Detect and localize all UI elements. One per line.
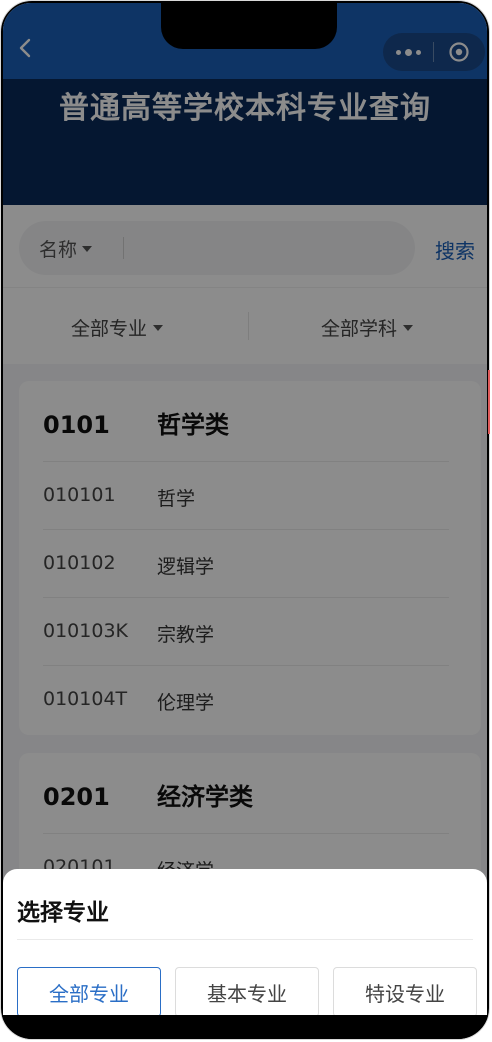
option-all-majors[interactable]: 全部专业 — [17, 967, 161, 1017]
modal-overlay[interactable] — [3, 3, 487, 1017]
select-major-sheet: 选择专业 全部专业 基本专业 特设专业 — [3, 869, 487, 1017]
sheet-divider — [17, 939, 473, 940]
device-bottom-bezel — [1, 1015, 489, 1039]
app-screen: 普通高等学校本科专业查询 名称 搜索 全部专业 全部学科 0101 哲学类 01… — [3, 3, 487, 1017]
phone-frame: 普通高等学校本科专业查询 名称 搜索 全部专业 全部学科 0101 哲学类 01… — [0, 0, 490, 1040]
side-edge-mark — [488, 370, 490, 434]
sheet-title: 选择专业 — [17, 900, 109, 926]
option-basic-majors[interactable]: 基本专业 — [175, 967, 319, 1017]
option-special-majors[interactable]: 特设专业 — [333, 967, 477, 1017]
